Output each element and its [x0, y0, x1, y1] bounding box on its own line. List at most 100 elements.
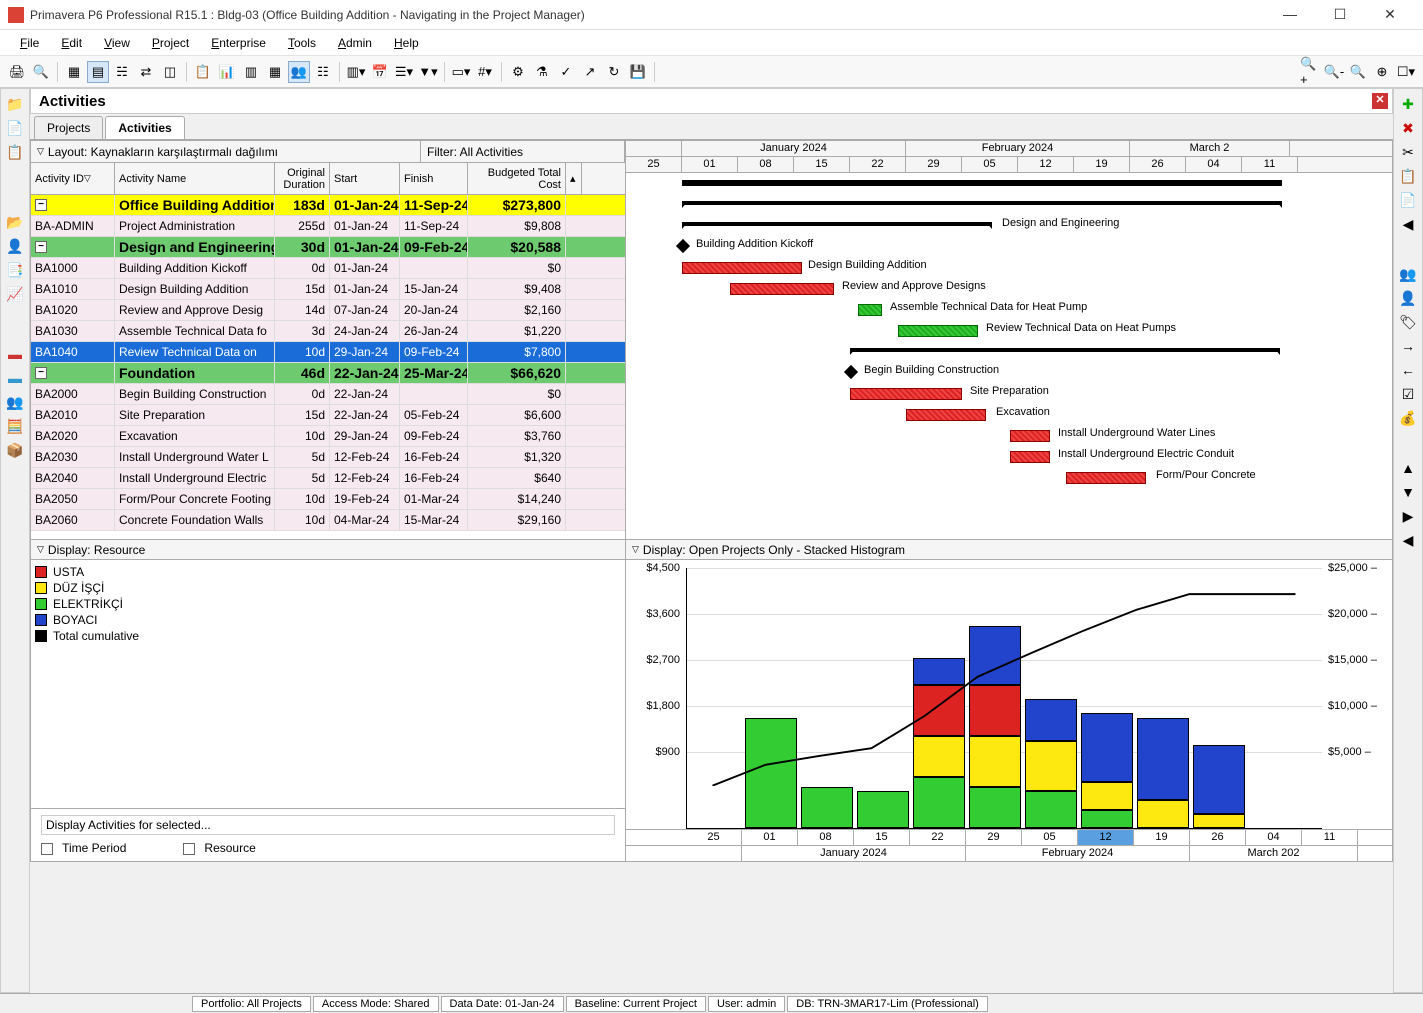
left2-arrow-icon[interactable]: ◀ — [1398, 531, 1418, 549]
tab-activities[interactable]: Activities — [105, 116, 184, 139]
paste-icon[interactable]: 📄 — [1398, 191, 1418, 209]
grid-icon[interactable]: ▦ — [63, 61, 85, 83]
steps-icon[interactable]: ☑ — [1398, 385, 1418, 403]
recalc-icon[interactable]: ↻ — [603, 61, 625, 83]
bars2-icon[interactable]: ▭▾ — [450, 61, 472, 83]
table-row[interactable]: BA1020Review and Approve Desig14d07-Jan-… — [31, 300, 625, 321]
resource-display-label[interactable]: Display: Resource — [48, 543, 145, 557]
folder-icon[interactable]: 📂 — [5, 213, 25, 231]
succ-icon[interactable]: ← — [1398, 361, 1418, 379]
down-arrow-icon[interactable]: ▼ — [1398, 483, 1418, 501]
table-row[interactable]: BA-ADMINProject Administration255d01-Jan… — [31, 216, 625, 237]
pred-icon[interactable]: → — [1398, 337, 1418, 355]
chart-icon[interactable]: 📊 — [216, 61, 238, 83]
filter-label[interactable]: Filter: All Activities — [421, 141, 625, 162]
histogram-display-label[interactable]: Display: Open Projects Only - Stacked Hi… — [643, 543, 905, 557]
maximize-button[interactable]: ☐ — [1325, 6, 1355, 23]
zoom-out-icon[interactable]: 🔍- — [1323, 61, 1345, 83]
gantt-chart[interactable]: January 2024February 2024March 2 2501081… — [626, 141, 1392, 539]
filter-icon[interactable]: ▼▾ — [417, 61, 439, 83]
bars-icon[interactable]: ▥ — [240, 61, 262, 83]
menu-admin[interactable]: Admin — [328, 33, 382, 53]
spread-icon[interactable]: ☷ — [312, 61, 334, 83]
table-row[interactable]: BA1030Assemble Technical Data fo3d24-Jan… — [31, 321, 625, 342]
menu-tools[interactable]: Tools — [278, 33, 326, 53]
layout-label[interactable]: Layout: Kaynakların karşılaştırmalı dağı… — [48, 145, 278, 159]
wbs-dock-icon[interactable]: ▬ — [5, 345, 25, 363]
right-arrow-icon[interactable]: ▶ — [1398, 507, 1418, 525]
columns-icon[interactable]: ▥▾ — [345, 61, 367, 83]
menu-edit[interactable]: Edit — [51, 33, 92, 53]
tracking-icon[interactable]: 📈 — [5, 285, 25, 303]
copy2-icon[interactable]: 📋 — [1398, 167, 1418, 185]
user-icon[interactable]: 👤 — [5, 237, 25, 255]
time-period-checkbox[interactable] — [41, 843, 53, 855]
resource-item[interactable]: Total cumulative — [35, 628, 621, 644]
level-icon[interactable]: ⚗ — [531, 61, 553, 83]
close-button[interactable]: ✕ — [1375, 6, 1405, 23]
resources-icon[interactable]: 📄 — [5, 119, 25, 137]
menu-project[interactable]: Project — [142, 33, 199, 53]
col-activity-id[interactable]: Activity ID ▽ — [31, 163, 115, 194]
docs-icon[interactable]: 📑 — [5, 261, 25, 279]
table-row[interactable]: BA1010Design Building Addition15d01-Jan-… — [31, 279, 625, 300]
minimize-button[interactable]: — — [1275, 6, 1305, 23]
table-row[interactable]: BA2050Form/Pour Concrete Footing10d19-Fe… — [31, 489, 625, 510]
print-preview-icon[interactable]: 🔍 — [30, 61, 52, 83]
copy-icon[interactable]: 📋 — [192, 61, 214, 83]
trace-icon[interactable]: ⇄ — [135, 61, 157, 83]
zoom-more-icon[interactable]: ☐▾ — [1395, 61, 1417, 83]
table-row[interactable]: BA2010Site Preparation15d22-Jan-2405-Feb… — [31, 405, 625, 426]
table-row[interactable]: BA1040Review Technical Data on10d29-Jan-… — [31, 342, 625, 363]
progress-icon[interactable]: ↗ — [579, 61, 601, 83]
resource-item[interactable]: ELEKTRİKÇİ — [35, 596, 621, 612]
resource-item[interactable]: BOYACI — [35, 612, 621, 628]
print-icon[interactable]: 🖨 — [6, 61, 28, 83]
timescale-icon[interactable]: 📅 — [369, 61, 391, 83]
resource-dock-icon[interactable]: 👥 — [1398, 265, 1418, 283]
col-finish[interactable]: Finish — [400, 163, 468, 194]
role-icon[interactable]: 👥 — [5, 393, 25, 411]
layout-dropdown-icon[interactable]: ▽ — [37, 146, 44, 157]
table-row[interactable]: −Foundation46d22-Jan-2425-Mar-24$66,620 — [31, 363, 625, 384]
add-icon[interactable]: ✚ — [1398, 95, 1418, 113]
zoom-fit-icon[interactable]: 🔍 — [1347, 61, 1369, 83]
cut-icon[interactable]: ✂ — [1398, 143, 1418, 161]
table-icon[interactable]: ▦ — [264, 61, 286, 83]
col-cost[interactable]: Budgeted Total Cost — [468, 163, 566, 194]
zoom-ext-icon[interactable]: ⊕ — [1371, 61, 1393, 83]
table-row[interactable]: BA2040Install Underground Electric5d12-F… — [31, 468, 625, 489]
expense-icon[interactable]: 💰 — [1398, 409, 1418, 427]
profile-icon[interactable]: 👥 — [288, 61, 310, 83]
col-duration[interactable]: Original Duration — [275, 163, 330, 194]
reports-icon[interactable]: 📋 — [5, 143, 25, 161]
table-row[interactable]: BA1000Building Addition Kickoff0d01-Jan-… — [31, 258, 625, 279]
table-row[interactable]: BA2020Excavation10d29-Jan-2409-Feb-24$3,… — [31, 426, 625, 447]
group-icon[interactable]: ☰▾ — [393, 61, 415, 83]
wbs-icon[interactable]: ☵ — [111, 61, 133, 83]
tab-projects[interactable]: Projects — [34, 116, 103, 139]
zoom-in-icon[interactable]: 🔍+ — [1299, 61, 1321, 83]
menu-help[interactable]: Help — [384, 33, 429, 53]
gantt-icon[interactable]: ▤ — [87, 61, 109, 83]
table-row[interactable]: BA2000Begin Building Construction0d22-Ja… — [31, 384, 625, 405]
apply-icon[interactable]: ✓ — [555, 61, 577, 83]
table-row[interactable]: −Design and Engineering30d01-Jan-2409-Fe… — [31, 237, 625, 258]
table-row[interactable]: BA2060Concrete Foundation Walls10d04-Mar… — [31, 510, 625, 531]
network-icon[interactable]: ◫ — [159, 61, 181, 83]
projects-icon[interactable]: 📁 — [5, 95, 25, 113]
col-activity-name[interactable]: Activity Name — [115, 163, 275, 194]
left-arrow-icon[interactable]: ◀ — [1398, 215, 1418, 233]
code-dock-icon[interactable]: 🏷 — [1398, 313, 1418, 331]
resource-checkbox[interactable] — [183, 843, 195, 855]
schedule-icon[interactable]: ⚙ — [507, 61, 529, 83]
histogram-chart[interactable]: $900$1,800$2,700$3,600$4,500$5,000 –$10,… — [626, 560, 1392, 829]
resource-item[interactable]: USTA — [35, 564, 621, 580]
resource-display-dropdown-icon[interactable]: ▽ — [37, 544, 44, 555]
menu-file[interactable]: File — [10, 33, 49, 53]
act-dock-icon[interactable]: ▬ — [5, 369, 25, 387]
delete-icon[interactable]: ✖ — [1398, 119, 1418, 137]
resource-item[interactable]: DÜZ İŞÇİ — [35, 580, 621, 596]
up-arrow-icon[interactable]: ▲ — [1398, 459, 1418, 477]
menu-enterprise[interactable]: Enterprise — [201, 33, 276, 53]
